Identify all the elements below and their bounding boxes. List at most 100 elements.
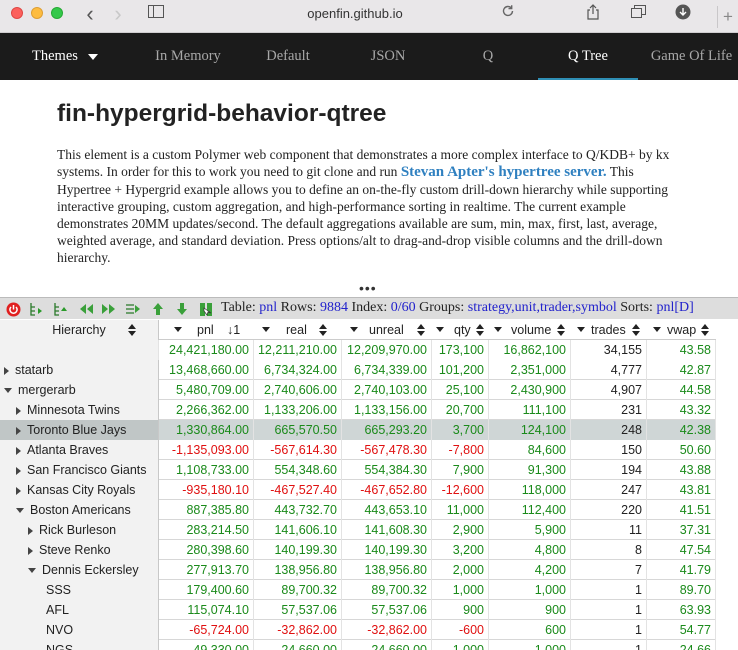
value-cell[interactable]: 248 [571,420,647,440]
value-cell[interactable]: -567,614.30 [254,440,342,460]
table-row[interactable]: NGS 49,330.00 24,660.00 24,660.00 1,000 1,000… [0,640,716,650]
value-cell[interactable]: 554,384.30 [342,460,432,480]
value-cell[interactable]: 141,606.10 [254,520,342,540]
value-cell[interactable]: 2,740,606.00 [254,380,342,400]
collapsed-triangle-icon[interactable] [4,366,9,375]
hierarchy-cell[interactable]: mergerarb [0,380,159,400]
filter-arrow-icon[interactable] [436,327,444,332]
value-cell[interactable]: 111,100 [489,400,571,420]
value-cell[interactable]: -12,600 [432,480,489,500]
value-cell[interactable]: 84,600 [489,440,571,460]
value-cell[interactable]: 2,430,900 [489,380,571,400]
collapsed-triangle-icon[interactable] [16,466,21,475]
collapse-all-icon[interactable] [53,301,69,317]
tab-json[interactable]: JSON [356,33,420,80]
value-cell[interactable]: 1 [571,620,647,640]
value-cell[interactable]: 8 [571,540,647,560]
hierarchy-cell[interactable]: Minnesota Twins [0,400,159,420]
sort-updown-icon[interactable] [701,324,709,336]
value-cell[interactable]: 141,608.30 [342,520,432,540]
value-cell[interactable]: 1,133,156.00 [342,400,432,420]
value-cell[interactable]: 1,108,733.00 [159,460,254,480]
filter-arrow-icon[interactable] [494,327,502,332]
value-cell[interactable]: 44.58 [647,380,716,400]
value-cell[interactable]: 4,800 [489,540,571,560]
collapsed-triangle-icon[interactable] [16,406,21,415]
value-cell[interactable]: 24.66 [647,640,716,650]
filter-arrow-icon[interactable] [350,327,358,332]
value-cell[interactable]: 138,956.80 [342,560,432,580]
value-cell[interactable]: 887,385.80 [159,500,254,520]
filter-arrow-icon[interactable] [653,327,661,332]
share-icon[interactable] [583,4,603,23]
table-row[interactable]: NVO -65,724.00 -32,862.00 -32,862.00 -600 600… [0,620,716,640]
value-cell[interactable]: 118,000 [489,480,571,500]
table-row[interactable]: Kansas City Royals -935,180.10 -467,527.40… [0,480,716,500]
value-cell[interactable]: 1 [571,600,647,620]
new-tab-button[interactable]: + [717,6,738,28]
value-cell[interactable]: 140,199.30 [342,540,432,560]
value-cell[interactable]: 43.88 [647,460,716,480]
next-group-icon[interactable] [125,301,141,317]
move-down-icon[interactable] [174,301,190,317]
value-cell[interactable]: -1,135,093.00 [159,440,254,460]
value-cell[interactable]: 12,211,210.00 [254,340,342,360]
value-cell[interactable]: 138,956.80 [254,560,342,580]
tab-in-memory[interactable]: In Memory [150,33,226,80]
table-row[interactable]: AFL 115,074.10 57,537.06 57,537.06 900 900 1 63… [0,600,716,620]
value-cell[interactable]: 24,421,180.00 [159,340,254,360]
hierarchy-cell[interactable]: Toronto Blue Jays [0,420,159,440]
resize-handle[interactable]: ••• [359,281,377,295]
value-cell[interactable]: 2,900 [432,520,489,540]
value-cell[interactable]: 89,700.32 [342,580,432,600]
value-cell[interactable]: -7,800 [432,440,489,460]
hierarchy-cell[interactable]: AFL [0,600,159,620]
value-cell[interactable]: 37.31 [647,520,716,540]
value-cell[interactable]: 101,200 [432,360,489,380]
value-cell[interactable]: 34,155 [571,340,647,360]
value-cell[interactable]: 665,293.20 [342,420,432,440]
value-cell[interactable]: 5,480,709.00 [159,380,254,400]
value-cell[interactable]: 11,000 [432,500,489,520]
hierarchy-cell[interactable]: Boston Americans [0,500,159,520]
value-cell[interactable]: 2,266,362.00 [159,400,254,420]
value-cell[interactable]: 900 [489,600,571,620]
value-cell[interactable]: 13,468,660.00 [159,360,254,380]
columns-icon[interactable] [198,301,214,317]
value-cell[interactable]: 2,740,103.00 [342,380,432,400]
value-cell[interactable]: 91,300 [489,460,571,480]
value-cell[interactable]: -32,862.00 [254,620,342,640]
last-page-icon[interactable] [101,301,117,317]
value-cell[interactable]: 220 [571,500,647,520]
value-cell[interactable]: 231 [571,400,647,420]
value-cell[interactable]: 150 [571,440,647,460]
value-cell[interactable]: 443,732.70 [254,500,342,520]
sort-updown-icon[interactable] [417,324,425,336]
value-cell[interactable]: 112,400 [489,500,571,520]
value-cell[interactable]: 4,907 [571,380,647,400]
hierarchy-cell[interactable]: Atlanta Braves [0,440,159,460]
hierarchy-cell[interactable] [0,340,159,360]
value-cell[interactable]: 12,209,970.00 [342,340,432,360]
value-cell[interactable]: 20,700 [432,400,489,420]
value-cell[interactable]: 24,660.00 [342,640,432,650]
hierarchy-cell[interactable]: NVO [0,620,159,640]
hierarchy-cell[interactable]: statarb [0,360,159,380]
value-cell[interactable]: 3,700 [432,420,489,440]
table-row[interactable]: Steve Renko 280,398.60 140,199.30 140,199.3… [0,540,716,560]
tabs-icon[interactable] [628,4,648,23]
value-cell[interactable]: 24,660.00 [254,640,342,650]
sort-updown-icon[interactable] [319,324,327,336]
header-pnl[interactable]: pnl ↓1 [159,320,254,340]
value-cell[interactable]: 443,653.10 [342,500,432,520]
expand-all-icon[interactable] [29,301,45,317]
hierarchy-cell[interactable]: NGS [0,640,159,650]
value-cell[interactable]: 115,074.10 [159,600,254,620]
hierarchy-cell[interactable]: SSS [0,580,159,600]
power-icon[interactable] [5,301,21,317]
hierarchy-cell[interactable]: Dennis Eckersley [0,560,159,580]
value-cell[interactable]: 4,777 [571,360,647,380]
sort-updown-icon[interactable] [632,324,640,336]
collapsed-triangle-icon[interactable] [28,526,33,535]
value-cell[interactable]: 900 [432,600,489,620]
